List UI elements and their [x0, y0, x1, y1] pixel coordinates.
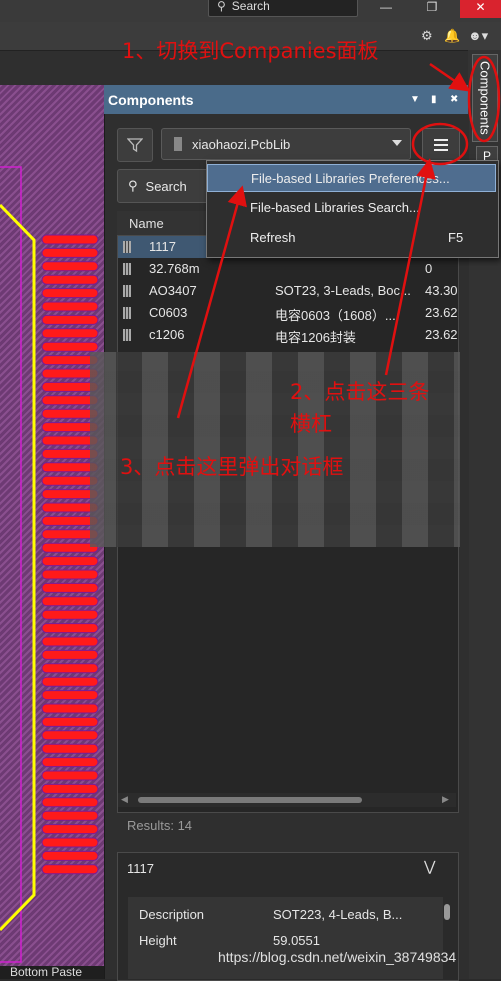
annotation-step2-line1: 2、点击这三条: [290, 380, 430, 404]
arrow-step1: [429, 62, 471, 92]
arrow-step3: [176, 185, 247, 419]
arrow-step2: [384, 158, 436, 376]
annotation-step1: 1、切换到Companies面板: [122, 39, 379, 63]
highlight-ellipse-components-tab: [467, 55, 501, 143]
annotation-step2-line2: 横杠: [290, 412, 332, 436]
highlight-ellipse-menu-button: [411, 122, 469, 166]
annotation-overlay: [176, 55, 501, 419]
annotation-step3: 3、点击这里弹出对话框: [120, 455, 344, 479]
watermark-url: https://blog.csdn.net/weixin_38749834: [218, 949, 457, 965]
